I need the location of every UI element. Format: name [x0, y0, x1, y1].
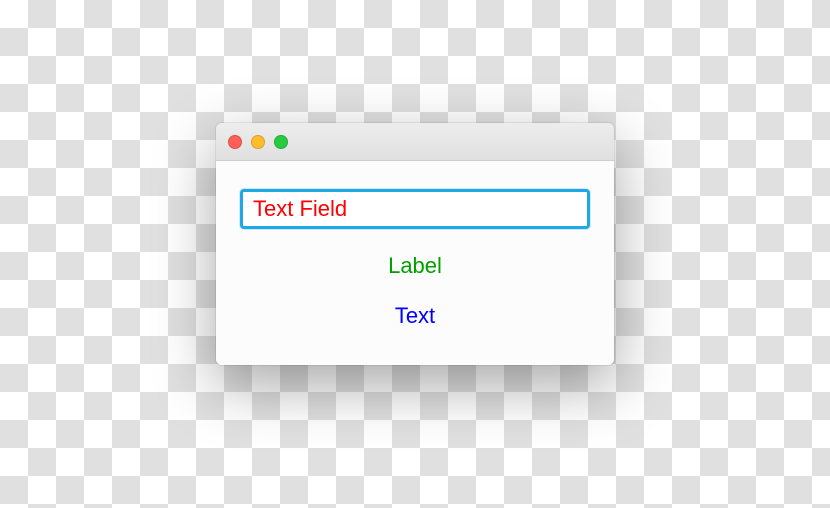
label-text: Label	[388, 253, 442, 279]
text-static: Text	[395, 303, 435, 329]
close-icon[interactable]	[228, 135, 242, 149]
minimize-icon[interactable]	[251, 135, 265, 149]
app-window: Label Text	[216, 123, 614, 365]
titlebar[interactable]	[216, 123, 614, 161]
text-field-input[interactable]	[240, 189, 590, 229]
window-body: Label Text	[216, 161, 614, 365]
maximize-icon[interactable]	[274, 135, 288, 149]
